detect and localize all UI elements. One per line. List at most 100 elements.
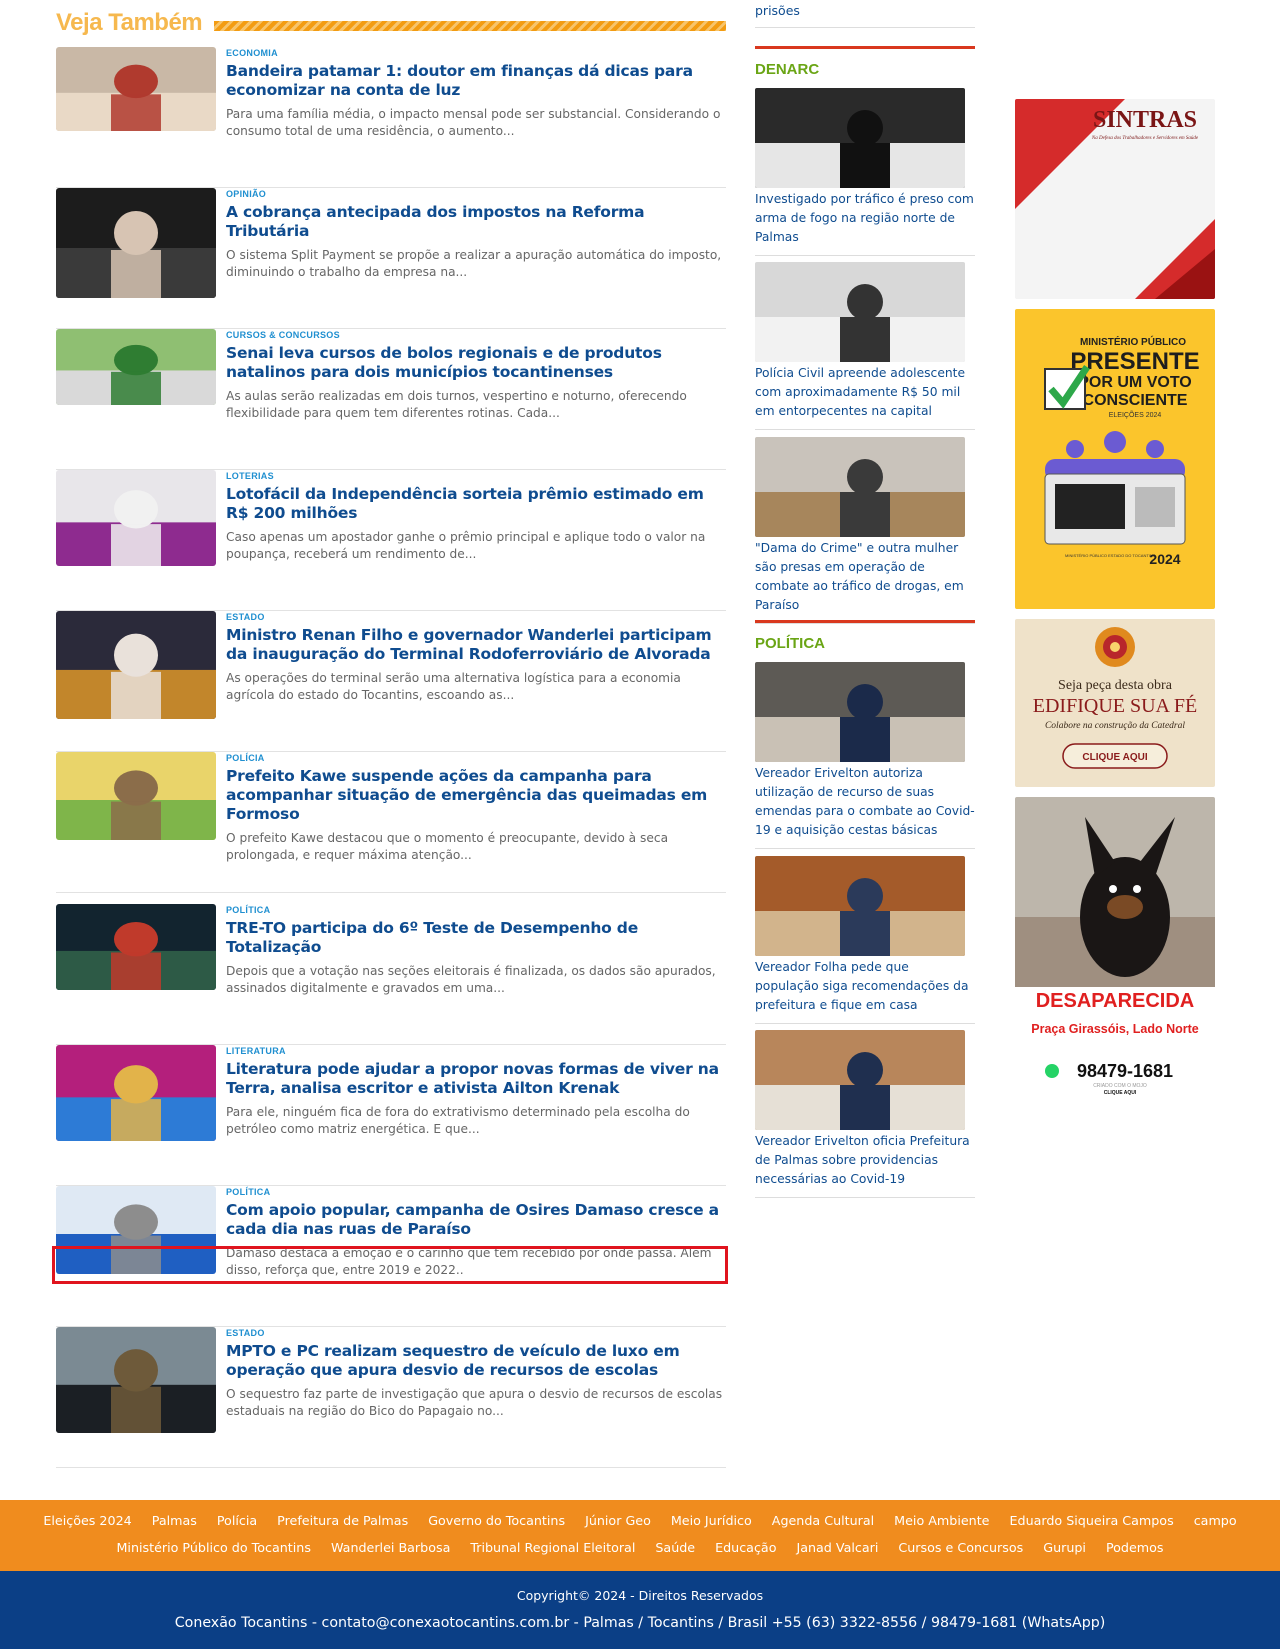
footer-tag-link[interactable]: Cursos e Concursos bbox=[898, 1539, 1023, 1557]
article-body: POLÍCIA Prefeito Kawe suspende ações da c… bbox=[226, 752, 726, 864]
article-category[interactable]: LOTERIAS bbox=[226, 470, 726, 482]
sidebar-news-item[interactable]: Investigado por tráfico é preso com arma… bbox=[755, 88, 975, 256]
sidebar-news-item[interactable]: Vereador Erivelton autoriza utilização d… bbox=[755, 662, 975, 849]
previous-item-text[interactable]: prisões bbox=[755, 2, 800, 20]
desaparecida-ad[interactable]: DESAPARECIDA Praça Girassóis, Lado Norte… bbox=[1015, 797, 1215, 1097]
article-category[interactable]: POLÍCIA bbox=[226, 752, 726, 764]
article-category[interactable]: POLÍTICA bbox=[226, 904, 726, 916]
article-item: ESTADO Ministro Renan Filho e governador … bbox=[56, 611, 726, 752]
article-description: As operações do terminal serão uma alter… bbox=[226, 671, 681, 702]
article-category[interactable]: POLÍTICA bbox=[226, 1186, 726, 1198]
article-category[interactable]: CURSOS & CONCURSOS bbox=[226, 329, 726, 341]
footer-tag-link[interactable]: Eduardo Siqueira Campos bbox=[1010, 1512, 1174, 1530]
section-title: Veja Também bbox=[56, 9, 203, 36]
sidebar-news-thumbnail[interactable] bbox=[755, 1030, 965, 1130]
article-description: Para ele, ninguém fica de fora do extrat… bbox=[226, 1105, 690, 1136]
article-item: LITERATURA Literatura pode ajudar a propo… bbox=[56, 1045, 726, 1186]
article-title[interactable]: Lotofácil da Independência sorteia prêmi… bbox=[226, 485, 726, 523]
article-description: O sistema Split Payment se propõe a real… bbox=[226, 248, 722, 279]
article-title[interactable]: Senai leva cursos de bolos regionais e d… bbox=[226, 344, 726, 382]
article-title[interactable]: Ministro Renan Filho e governador Wander… bbox=[226, 626, 726, 664]
footer-tag-link[interactable]: Governo do Tocantins bbox=[428, 1512, 565, 1530]
catedral-ad[interactable]: Seja peça desta obra EDIFIQUE SUA FÉ Col… bbox=[1015, 619, 1215, 787]
sidebar-news-thumbnail[interactable] bbox=[755, 662, 965, 762]
sidebar-news-thumbnail[interactable] bbox=[755, 262, 965, 362]
article-category[interactable]: ECONOMIA bbox=[226, 47, 726, 59]
sidebar-news-thumbnail[interactable] bbox=[755, 88, 965, 188]
footer-tag-link[interactable]: Gurupi bbox=[1043, 1539, 1086, 1557]
denarc-title[interactable]: DENARC bbox=[755, 61, 975, 81]
footer-tag-link[interactable]: Ministério Público do Tocantins bbox=[116, 1539, 310, 1557]
catedral-line3: Colabore na construção da Catedral bbox=[1045, 721, 1185, 731]
sidebar-news-text[interactable]: Vereador Erivelton autoriza utilização d… bbox=[755, 764, 975, 848]
article-title[interactable]: Bandeira patamar 1: doutor em finanças d… bbox=[226, 62, 726, 100]
sidebar-news-item[interactable]: Polícia Civil apreende adolescente com a… bbox=[755, 262, 975, 430]
article-title[interactable]: MPTO e PC realizam sequestro de veículo … bbox=[226, 1342, 726, 1380]
article-item: OPINIÃO A cobrança antecipada dos imposto… bbox=[56, 188, 726, 329]
contact-text: Conexão Tocantins - contato@conexaotocan… bbox=[174, 1615, 1106, 1631]
article-item: LOTERIAS Lotofácil da Independência sorte… bbox=[56, 470, 726, 611]
sidebar-news-thumbnail[interactable] bbox=[755, 856, 965, 956]
footer-bottom-bar: Copyright© 2024 - Direitos Reservados Co… bbox=[0, 1571, 1280, 1649]
article-title[interactable]: TRE-TO participa do 6º Teste de Desempen… bbox=[226, 919, 726, 957]
article-thumbnail[interactable] bbox=[56, 611, 216, 719]
footer-tag-link[interactable]: Educação bbox=[715, 1539, 776, 1557]
copyright-text: Copyright© 2024 - Direitos Reservados bbox=[516, 1588, 764, 1603]
mp-line2: PRESENTE bbox=[1070, 348, 1199, 375]
article-thumbnail[interactable] bbox=[56, 470, 216, 566]
article-category[interactable]: ESTADO bbox=[226, 611, 726, 623]
footer-tag-link[interactable]: Polícia bbox=[217, 1512, 257, 1530]
sidebar-news-text[interactable]: Vereador Folha pede que população siga r… bbox=[755, 958, 975, 1023]
article-category[interactable]: OPINIÃO bbox=[226, 188, 726, 200]
sidebar-news-text[interactable]: Polícia Civil apreende adolescente com a… bbox=[755, 364, 975, 429]
sidebar-news-item[interactable]: "Dama do Crime" e outra mulher são presa… bbox=[755, 437, 975, 624]
section-header: Veja Também bbox=[56, 8, 726, 38]
footer-tag-link[interactable]: Tribunal Regional Eleitoral bbox=[470, 1539, 635, 1557]
article-thumbnail[interactable] bbox=[56, 904, 216, 990]
footer-tag-link[interactable]: Wanderlei Barbosa bbox=[331, 1539, 450, 1557]
footer-tag-link[interactable]: Palmas bbox=[152, 1512, 197, 1530]
desaparecida-click: CLIQUE AQUI bbox=[1104, 1090, 1137, 1096]
article-category[interactable]: ESTADO bbox=[226, 1327, 726, 1339]
article-title[interactable]: A cobrança antecipada dos impostos na Re… bbox=[226, 203, 726, 241]
article-description: O sequestro faz parte de investigação qu… bbox=[226, 1387, 723, 1418]
mp-foot-left: MINISTÉRIO PÚBLICO ESTADO DO TOCANTINS bbox=[1065, 553, 1156, 558]
sidebar-news-item[interactable]: Vereador Folha pede que população siga r… bbox=[755, 856, 975, 1024]
sintras-ad[interactable]: SINTRAS Na Defesa dos Trabalhadores e Se… bbox=[1015, 99, 1215, 299]
article-title[interactable]: Com apoio popular, campanha de Osires Da… bbox=[226, 1201, 726, 1239]
footer-tag-link[interactable]: Agenda Cultural bbox=[772, 1512, 874, 1530]
footer-tag-link[interactable]: Prefeitura de Palmas bbox=[277, 1512, 408, 1530]
section-rule bbox=[755, 620, 975, 623]
footer-tag-link[interactable]: Meio Jurídico bbox=[671, 1512, 752, 1530]
article-description: O prefeito Kawe destacou que o momento é… bbox=[226, 831, 669, 862]
sintras-tagline: Na Defesa dos Trabalhadores e Servidores… bbox=[1091, 136, 1199, 141]
footer-tag-link[interactable]: Eleições 2024 bbox=[43, 1512, 131, 1530]
article-thumbnail[interactable] bbox=[56, 1045, 216, 1141]
article-body: POLÍTICA TRE-TO participa do 6º Teste de … bbox=[226, 904, 726, 997]
article-thumbnail[interactable] bbox=[56, 1327, 216, 1433]
politica-title[interactable]: POLÍTICA bbox=[755, 635, 975, 655]
article-thumbnail[interactable] bbox=[56, 329, 216, 405]
article-title[interactable]: Prefeito Kawe suspende ações da campanha… bbox=[226, 767, 726, 824]
footer-tag-link[interactable]: campo bbox=[1194, 1512, 1237, 1530]
article-title[interactable]: Literatura pode ajudar a propor novas fo… bbox=[226, 1060, 726, 1098]
sidebar-news-thumbnail[interactable] bbox=[755, 437, 965, 537]
desaparecida-place: Praça Girassóis, Lado Norte bbox=[1031, 1022, 1198, 1036]
article-thumbnail[interactable] bbox=[56, 188, 216, 298]
mp-line3: POR UM VOTO bbox=[1078, 374, 1192, 391]
footer-tag-link[interactable]: Janad Valcari bbox=[796, 1539, 878, 1557]
desaparecida-title: DESAPARECIDA bbox=[1036, 990, 1195, 1012]
sidebar-news-text[interactable]: "Dama do Crime" e outra mulher são presa… bbox=[755, 539, 975, 623]
article-thumbnail[interactable] bbox=[56, 752, 216, 840]
mp-eleicoes-ad[interactable]: MINISTÉRIO PÚBLICO PRESENTE POR UM VOTO … bbox=[1015, 309, 1215, 609]
sidebar-news-text[interactable]: Vereador Erivelton oficia Prefeitura de … bbox=[755, 1132, 975, 1197]
sidebar-news-item[interactable]: Vereador Erivelton oficia Prefeitura de … bbox=[755, 1030, 975, 1198]
footer-tag-link[interactable]: Júnior Geo bbox=[585, 1512, 651, 1530]
footer-tag-link[interactable]: Meio Ambiente bbox=[894, 1512, 989, 1530]
article-category[interactable]: LITERATURA bbox=[226, 1045, 726, 1057]
article-description: Caso apenas um apostador ganhe o prêmio … bbox=[226, 530, 706, 561]
article-thumbnail[interactable] bbox=[56, 47, 216, 131]
sidebar-news-text[interactable]: Investigado por tráfico é preso com arma… bbox=[755, 190, 975, 255]
footer-tag-link[interactable]: Saúde bbox=[655, 1539, 695, 1557]
footer-tag-link[interactable]: Podemos bbox=[1106, 1539, 1164, 1557]
